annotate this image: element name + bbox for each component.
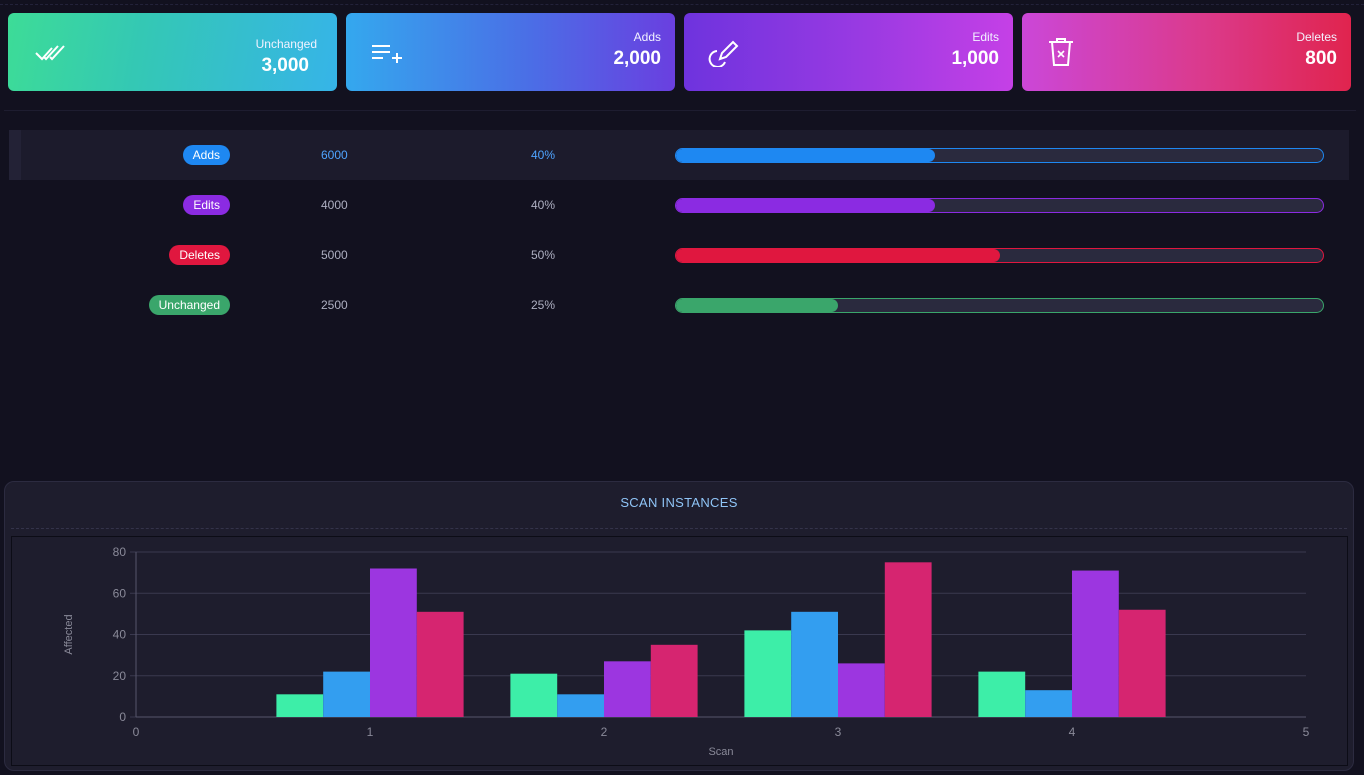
progress-bar: [675, 198, 1324, 213]
card-deletes[interactable]: Deletes 800: [1022, 13, 1351, 91]
progress-bar: [675, 298, 1324, 313]
y-tick-label: 80: [113, 545, 127, 559]
card-label: Edits: [972, 30, 999, 44]
card-adds[interactable]: Adds 2,000: [346, 13, 675, 91]
bar: [510, 673, 558, 717]
bar: [650, 644, 698, 717]
card-value: 1,000: [951, 48, 999, 69]
bar: [838, 663, 885, 717]
bar: [604, 661, 651, 717]
y-tick-label: 60: [113, 586, 127, 600]
bar: [744, 630, 792, 717]
section-divider: [4, 110, 1356, 111]
card-unchanged[interactable]: Unchanged 3,000: [8, 13, 337, 91]
stat-row-deletes[interactable]: Deletes 5000 50%: [9, 230, 1349, 280]
progress-fill: [676, 199, 935, 212]
trash-icon: [1049, 38, 1073, 66]
card-value: 3,000: [261, 55, 309, 76]
bar: [1118, 609, 1166, 717]
x-tick-label: 0: [133, 725, 140, 739]
stat-percent: 40%: [531, 198, 556, 212]
card-value: 800: [1305, 48, 1337, 69]
x-tick-label: 5: [1303, 725, 1310, 739]
progress-fill: [676, 249, 1000, 262]
status-badge: Edits: [183, 195, 230, 215]
status-badge: Adds: [182, 145, 230, 165]
stat-row-unchanged[interactable]: Unchanged 2500 25%: [9, 280, 1349, 330]
stats-list: Adds 6000 40% Edits 4000 40% Deletes 500…: [9, 130, 1349, 330]
status-badge: Unchanged: [148, 295, 230, 315]
x-tick-label: 3: [835, 725, 842, 739]
progress-fill: [676, 149, 935, 162]
progress-bar: [675, 148, 1324, 163]
stat-count: 2500: [321, 298, 348, 312]
card-value: 2,000: [613, 48, 661, 69]
bar: [370, 568, 417, 717]
bar: [557, 694, 604, 717]
bar: [791, 611, 838, 717]
y-tick-label: 0: [119, 710, 126, 724]
bar: [276, 694, 324, 717]
stat-percent: 25%: [531, 298, 556, 312]
bar: [323, 671, 370, 717]
card-label: Deletes: [1296, 30, 1337, 44]
x-tick-label: 4: [1069, 725, 1076, 739]
stat-row-adds[interactable]: Adds 6000 40%: [9, 130, 1349, 180]
stat-count: 5000: [321, 248, 348, 262]
stat-percent: 50%: [531, 248, 556, 262]
card-label: Adds: [633, 30, 661, 44]
pencil-icon: [708, 40, 739, 67]
double-check-icon: [35, 45, 65, 61]
summary-cards: Unchanged 3,000 Adds 2,000 Edits 1,000 D…: [8, 13, 1351, 91]
stat-percent: 40%: [531, 148, 556, 162]
bar: [1025, 690, 1072, 717]
status-badge: Deletes: [169, 245, 230, 265]
stat-row-edits[interactable]: Edits 4000 40%: [9, 180, 1349, 230]
stat-count: 4000: [321, 198, 348, 212]
chart-area: 0 20 40 60 80 0 1 2 3 4 5 Scan Affected: [11, 536, 1348, 766]
bar: [978, 671, 1026, 717]
bar: [416, 611, 464, 717]
bar: [1072, 570, 1119, 717]
card-label: Unchanged: [255, 37, 317, 51]
panel-divider: [11, 528, 1347, 529]
playlist-add-icon: [372, 45, 402, 63]
card-edits[interactable]: Edits 1,000: [684, 13, 1013, 91]
x-axis-label: Scan: [708, 746, 733, 758]
progress-bar: [675, 248, 1324, 263]
top-divider: [0, 4, 1364, 5]
panel-title: SCAN INSTANCES: [620, 495, 738, 510]
x-tick-label: 2: [601, 725, 608, 739]
y-tick-label: 20: [113, 669, 127, 683]
scan-instances-panel: SCAN INSTANCES 0 20 40 60 80 0 1 2 3 4 5 Scan Affect…: [4, 481, 1354, 771]
x-tick-label: 1: [367, 725, 374, 739]
y-axis-label: Affected: [63, 614, 75, 654]
bar: [884, 562, 932, 717]
y-tick-label: 40: [113, 628, 127, 642]
bar-chart: 0 20 40 60 80 0 1 2 3 4 5 Scan Affected: [63, 545, 1310, 758]
stat-count: 6000: [321, 148, 348, 162]
progress-fill: [676, 299, 838, 312]
